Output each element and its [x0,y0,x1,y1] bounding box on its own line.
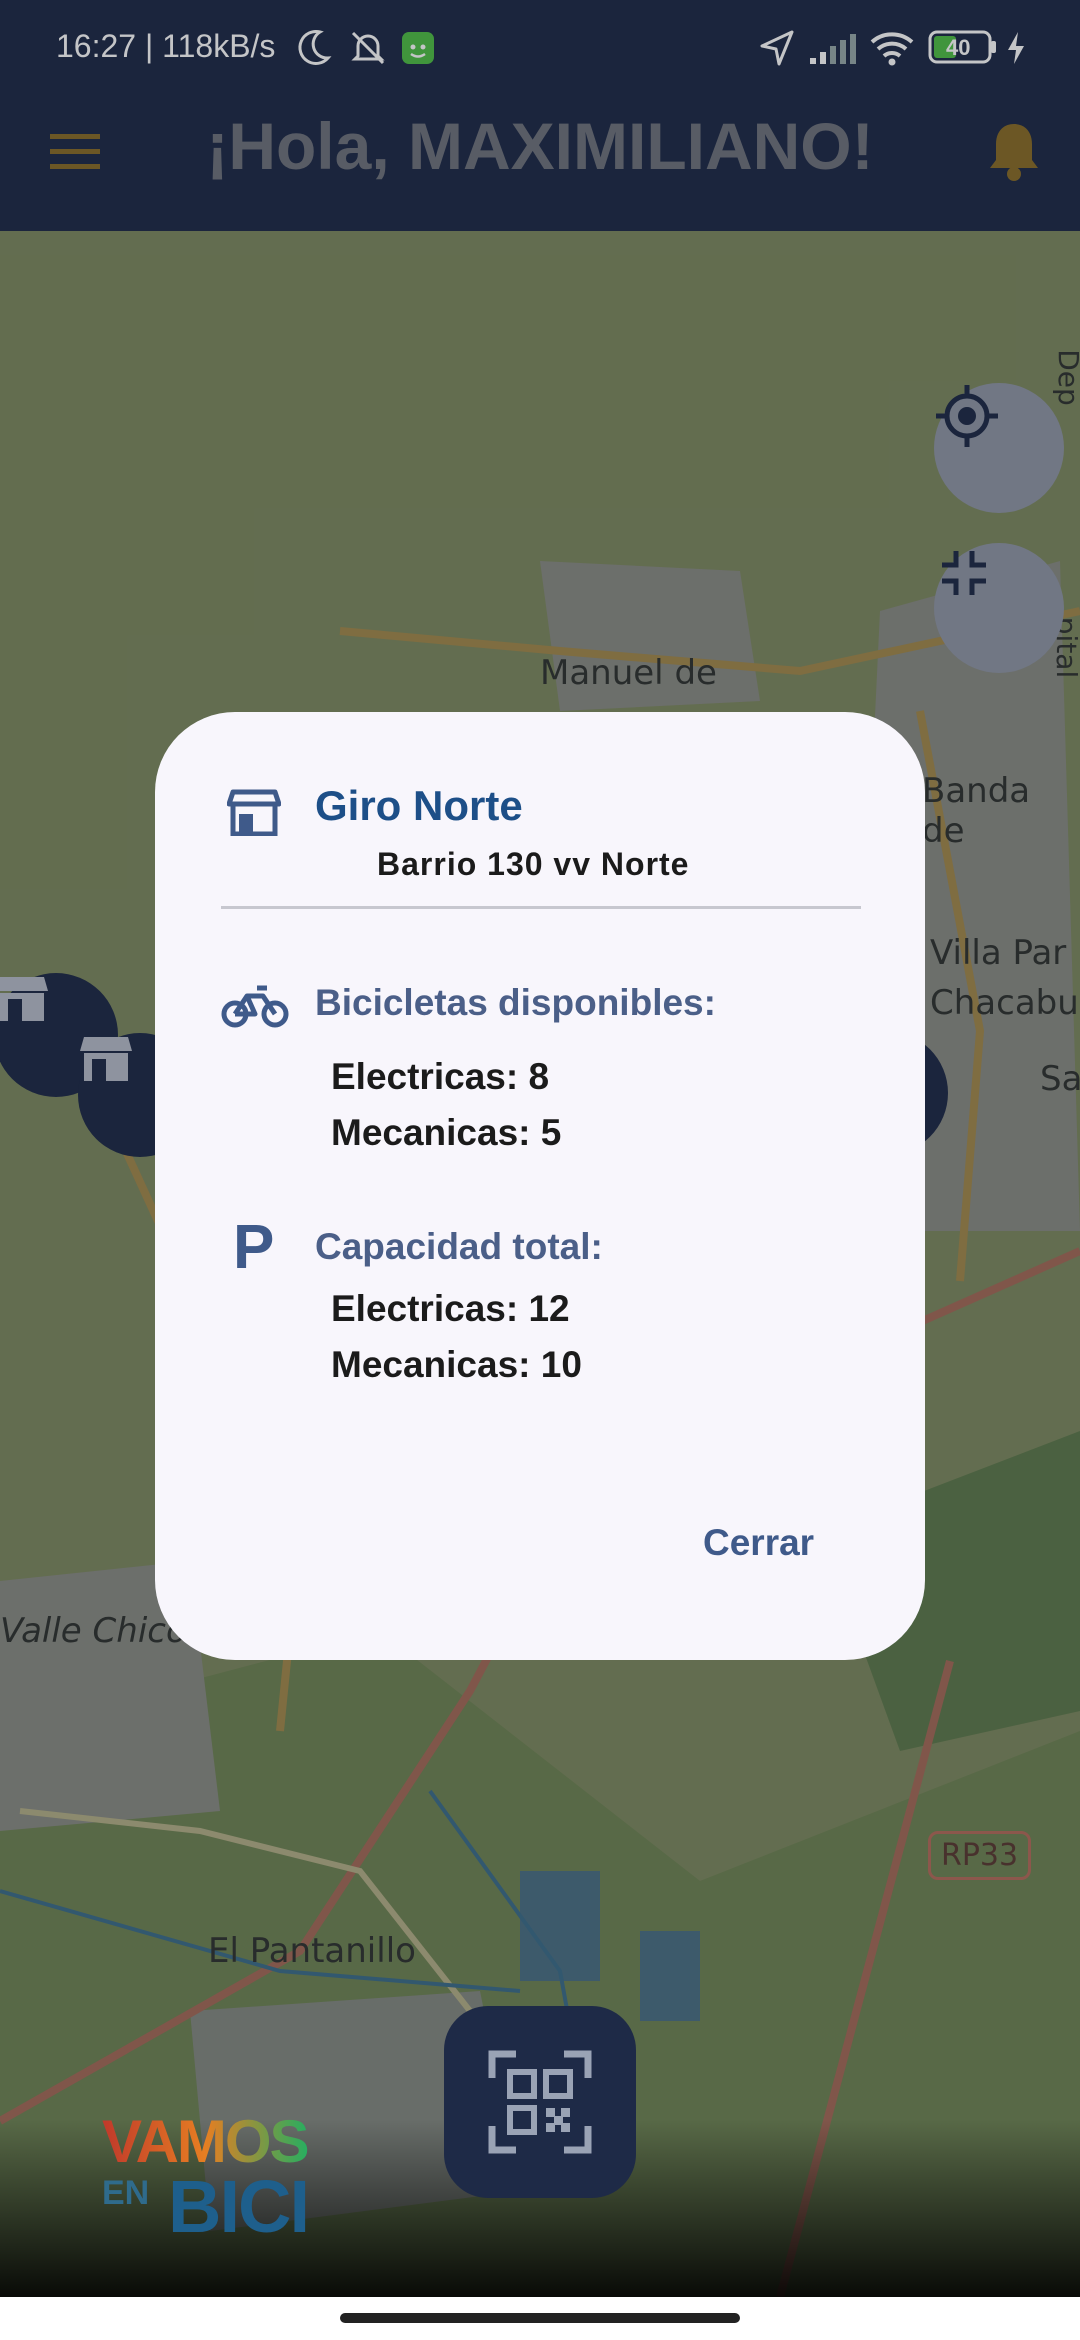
capacity-mechanical: Mecanicas: 10 [331,1344,582,1385]
station-info-dialog: Giro Norte Barrio 130 vv Norte Bicicleta… [155,712,925,1660]
station-address: Barrio 130 vv Norte [377,846,690,882]
capacity-electric: Electricas: 12 [331,1288,570,1329]
station-name: Giro Norte [315,782,523,829]
bicycle-icon [221,982,289,1035]
available-bikes-title: Bicicletas disponibles: [315,982,716,1023]
store-icon [226,788,282,841]
qr-code-icon [488,2050,592,2154]
home-indicator[interactable] [340,2313,740,2323]
system-nav-bar [0,2297,1080,2340]
available-electric: Electricas: 8 [331,1056,550,1097]
qr-scan-button[interactable] [444,2006,636,2198]
vamos-en-bici-logo: VAMOS EN BICI [102,2108,312,2248]
divider [221,906,861,909]
close-button[interactable]: Cerrar [703,1522,814,1564]
available-mechanical: Mecanicas: 5 [331,1112,562,1153]
parking-icon: P [233,1213,275,1282]
capacity-title: Capacidad total: [315,1226,603,1267]
logo-line-3: BICI [168,2165,310,2248]
logo-line-1: VAMOS [102,2108,310,2175]
logo-line-2: EN [102,2174,150,2212]
